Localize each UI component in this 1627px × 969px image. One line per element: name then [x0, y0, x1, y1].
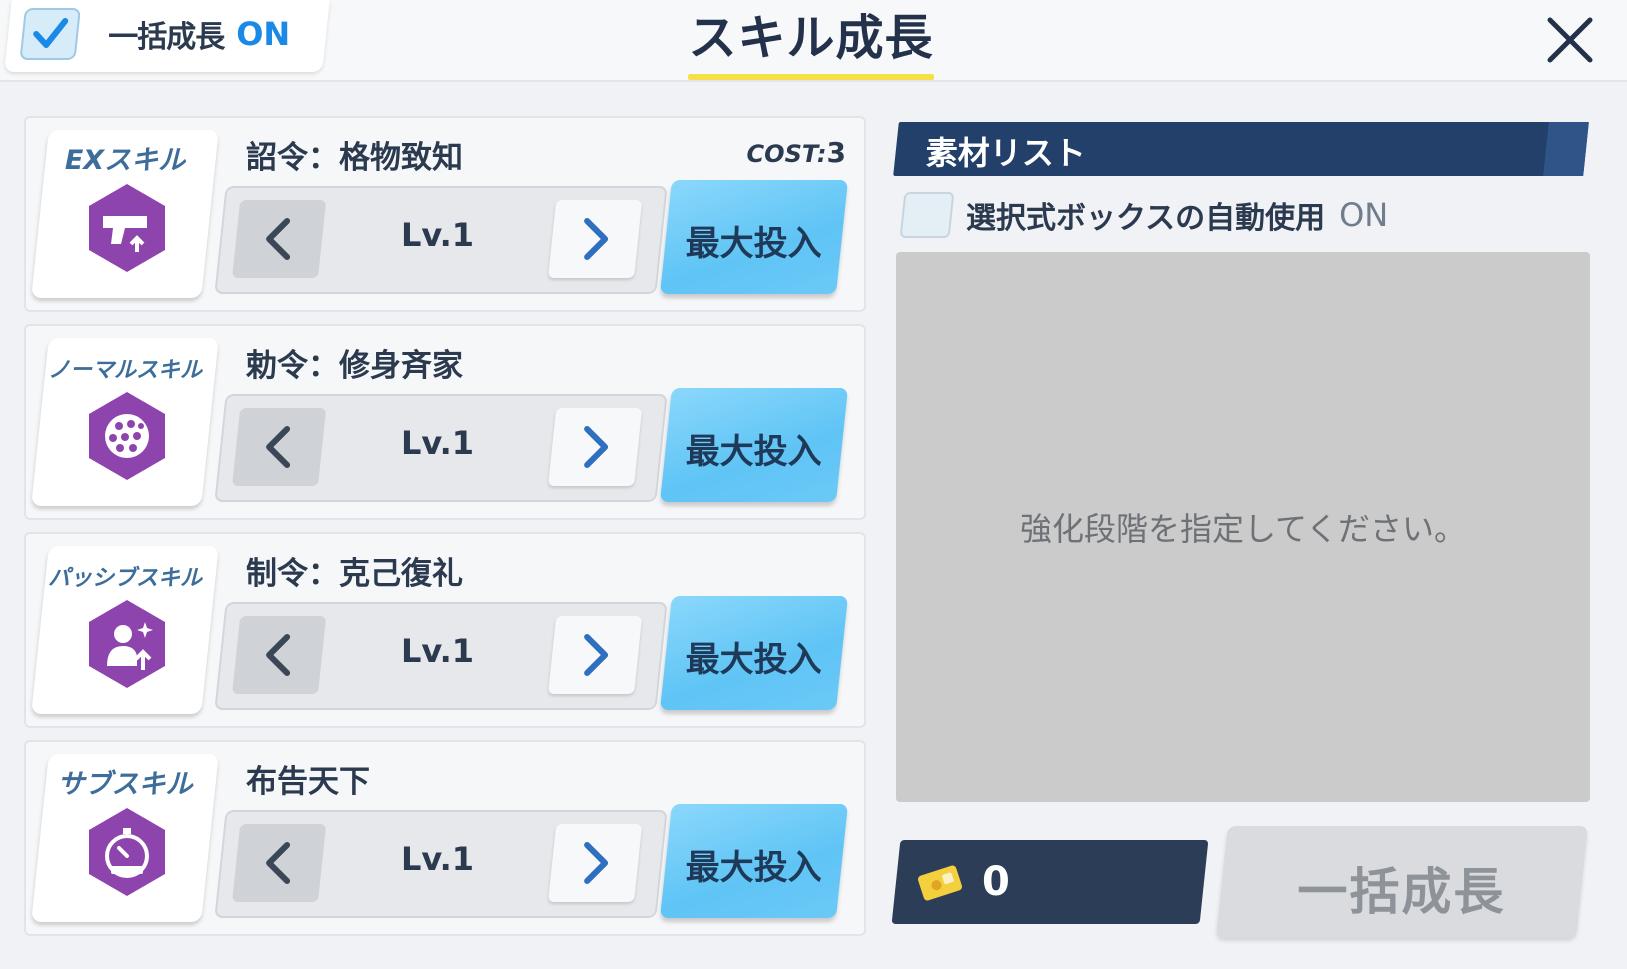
skill-type-label: パッシブスキル [47, 566, 202, 591]
skill-name: 制令：克己復礼 [246, 556, 463, 592]
skill-type-label: EXスキル [64, 145, 186, 176]
credit-value: 0 [982, 859, 1010, 905]
skill-card-passive: パッシブスキル 制令：克己復礼 Lv.1 最大投入 [24, 532, 866, 728]
level-value: Lv.1 [400, 216, 475, 254]
close-icon [1547, 17, 1593, 63]
max-input-button[interactable]: 最大投入 [660, 180, 848, 294]
dotted-sphere-icon [89, 392, 165, 480]
skill-card-ex: EXスキル 詔令：格物致知 COST:3 Lv.1 最大投入 [24, 116, 866, 312]
max-input-button[interactable]: 最大投入 [660, 388, 848, 502]
cost-timer-icon [89, 808, 165, 896]
credit-ticket-icon [918, 865, 962, 901]
level-selector: Lv.1 [214, 810, 668, 918]
level-down-button[interactable] [232, 616, 327, 694]
skill-type-label: サブスキル [57, 769, 193, 800]
skill-cost: COST:3 [747, 136, 846, 169]
chevron-right-icon [584, 426, 609, 468]
chevron-right-icon [584, 218, 609, 260]
max-input-label: 最大投入 [685, 432, 822, 472]
skill-badge: パッシブスキル [31, 546, 219, 714]
material-hint: 強化段階を指定してください。 [1019, 510, 1467, 548]
close-button[interactable] [1540, 10, 1600, 70]
auto-use-state: ON [1339, 196, 1389, 234]
chevron-left-icon [266, 634, 291, 676]
cost-value: 3 [826, 136, 846, 169]
level-selector: Lv.1 [214, 602, 668, 710]
skill-name: 勅令：修身斉家 [246, 348, 463, 384]
skill-name: 詔令：格物致知 [246, 140, 463, 176]
page-title: スキル成長 [688, 10, 934, 66]
skill-name: 布告天下 [246, 764, 370, 800]
auto-use-checkbox[interactable] [899, 192, 955, 238]
material-list-title: 素材リスト [925, 134, 1086, 172]
max-input-label: 最大投入 [685, 848, 822, 888]
bulk-growth-label: 一括成長 [108, 20, 225, 55]
max-input-button[interactable]: 最大投入 [660, 804, 848, 918]
level-down-button[interactable] [232, 200, 327, 278]
person-up-icon [89, 600, 165, 688]
handgun-icon [89, 184, 165, 272]
level-value: Lv.1 [400, 632, 475, 670]
max-input-label: 最大投入 [685, 640, 822, 680]
skill-badge: EXスキル [31, 130, 219, 298]
skill-card-normal: ノーマルスキル 勅令：修身斉家 Lv.1 最大投入 [24, 324, 866, 520]
level-up-button[interactable] [548, 200, 643, 278]
check-icon [33, 18, 69, 48]
bulk-growth-state: ON [236, 15, 291, 53]
chevron-left-icon [266, 842, 291, 884]
cost-label: COST: [746, 140, 827, 168]
skill-type-label: ノーマルスキル [47, 358, 202, 383]
skill-badge: ノーマルスキル [31, 338, 219, 506]
title-underline [688, 74, 934, 80]
chevron-right-icon [584, 634, 609, 676]
header: 一括成長 ON スキル成長 [0, 0, 1627, 82]
max-input-button[interactable]: 最大投入 [660, 596, 848, 710]
chevron-left-icon [266, 218, 291, 260]
level-selector: Lv.1 [214, 394, 668, 502]
level-up-button[interactable] [548, 408, 643, 486]
credit-display: 0 [891, 840, 1209, 924]
auto-use-label: 選択式ボックスの自動使用 [966, 201, 1326, 236]
material-list-header: 素材リスト [893, 122, 1589, 176]
max-input-label: 最大投入 [685, 224, 822, 264]
skill-growth-panel: 一括成長 ON スキル成長 EXスキル 詔令：格物致知 COST:3 Lv.1 … [0, 0, 1627, 969]
skill-card-sub: サブスキル 布告天下 Lv.1 最大投入 [24, 740, 866, 936]
level-up-button[interactable] [548, 824, 643, 902]
skill-badge: サブスキル [31, 754, 219, 922]
bulk-growth-checkbox[interactable] [19, 8, 81, 60]
level-down-button[interactable] [232, 824, 327, 902]
chevron-left-icon [266, 426, 291, 468]
level-value: Lv.1 [400, 424, 475, 462]
bulk-grow-label: 一括成長 [1297, 863, 1506, 921]
bulk-growth-toggle[interactable]: 一括成長 ON [4, 0, 330, 72]
level-up-button[interactable] [548, 616, 643, 694]
level-value: Lv.1 [400, 840, 475, 878]
bulk-grow-button[interactable]: 一括成長 [1216, 826, 1588, 938]
auto-use-row: 選択式ボックスの自動使用 ON [899, 192, 1389, 238]
level-selector: Lv.1 [214, 186, 668, 294]
chevron-right-icon [584, 842, 609, 884]
level-down-button[interactable] [232, 408, 327, 486]
material-list-area: 強化段階を指定してください。 [896, 252, 1590, 802]
